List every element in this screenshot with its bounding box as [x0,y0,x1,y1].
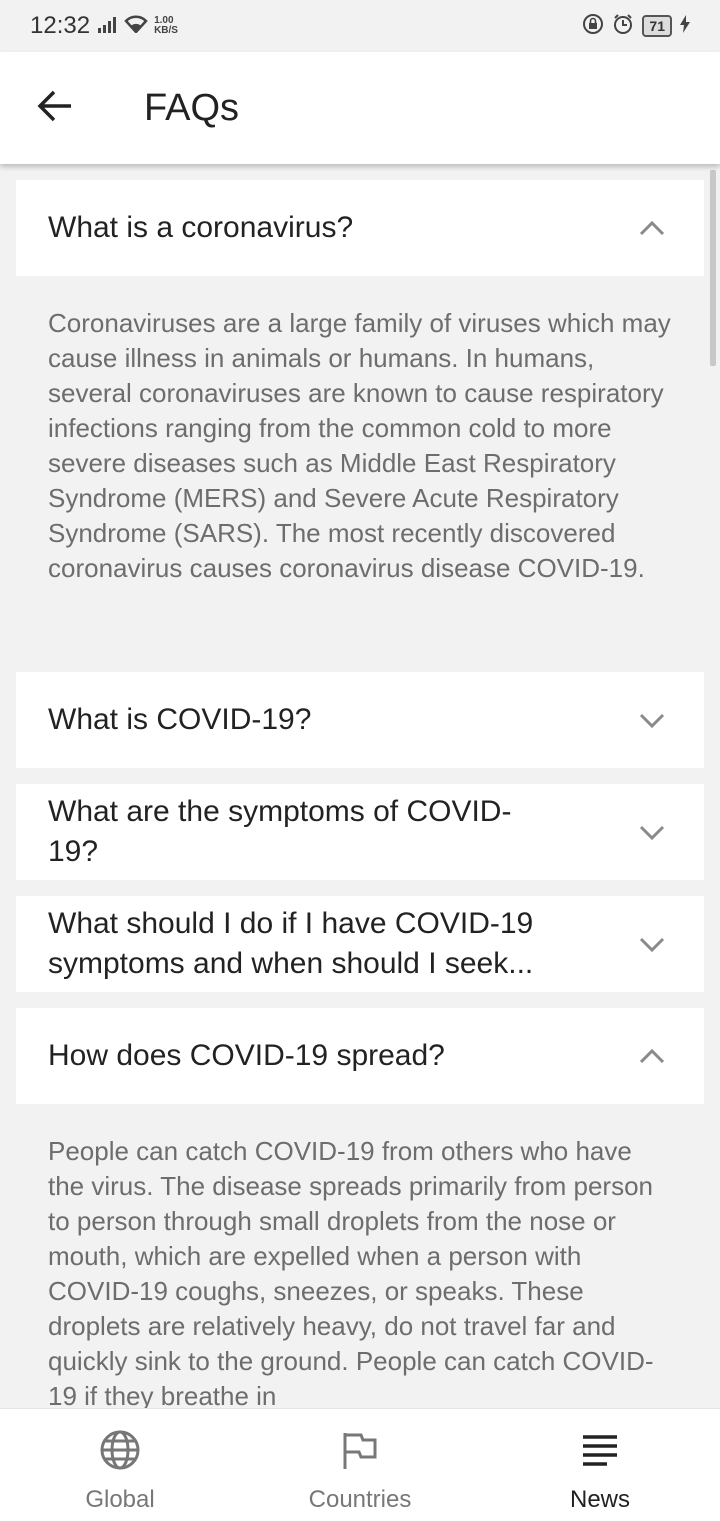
chevron-up-icon [632,220,672,236]
faq-answer: People can catch COVID-19 from others wh… [48,1136,654,1408]
scrollbar[interactable] [710,170,716,366]
wifi-icon [124,15,148,38]
nav-label: News [569,1486,630,1513]
faq-header[interactable]: How does COVID-19 spread? [16,1008,704,1104]
faq-question: What are the symptoms of COVID-19? [48,795,512,868]
faq-header[interactable]: What is a coronavirus? [16,180,704,276]
page-title: FAQs [144,86,240,129]
globe-icon [99,1429,141,1476]
signal-icon [98,15,120,38]
status-time: 12:32 [30,12,91,39]
faq-question: How does COVID-19 spread? [48,1039,445,1072]
back-button[interactable] [0,52,110,164]
faq-header[interactable]: What is COVID-19? [16,672,704,768]
faq-item: What should I do if I have COVID-19 symp… [16,896,704,992]
faq-item: What is a coronavirus? Coronaviruses are… [16,180,704,586]
faq-item: What are the symptoms of COVID-19? [16,784,704,880]
nav-label: Global [85,1486,155,1513]
faq-item: How does COVID-19 spread? People can cat… [16,1008,704,1408]
status-bar: 12:32 1.00 KB/S 71 [0,0,720,52]
faq-answer: Coronaviruses are a large family of viru… [48,308,671,583]
nav-item-countries[interactable]: Countries [240,1409,480,1521]
speed-unit: KB/S [154,25,178,36]
faq-header[interactable]: What are the symptoms of COVID-19? [16,784,704,880]
chevron-up-icon [632,1048,672,1064]
faq-list[interactable]: What is a coronavirus? Coronaviruses are… [0,164,720,1408]
lock-rotation-icon [582,13,604,40]
faq-question: What is a coronavirus? [48,211,354,244]
bottom-navigation: Global Countries News [0,1408,720,1521]
app-bar: FAQs [0,52,720,164]
menu-icon [579,1429,621,1476]
chevron-down-icon [632,824,672,840]
charging-icon [680,14,690,38]
faq-item: What is COVID-19? [16,672,704,768]
chevron-down-icon [632,712,672,728]
faq-question: What is COVID-19? [48,703,312,736]
faq-header[interactable]: What should I do if I have COVID-19 symp… [16,896,704,992]
faq-question: What should I do if I have COVID-19 symp… [48,907,534,980]
network-speed: 1.00 KB/S [154,16,178,36]
flag-icon [339,1429,381,1476]
battery-indicator: 71 [642,15,672,37]
nav-item-global[interactable]: Global [0,1409,240,1521]
nav-label: Countries [308,1486,412,1513]
arrow-back-icon [37,88,73,129]
nav-item-news[interactable]: News [480,1409,720,1521]
alarm-icon [612,13,634,40]
chevron-down-icon [632,936,672,952]
